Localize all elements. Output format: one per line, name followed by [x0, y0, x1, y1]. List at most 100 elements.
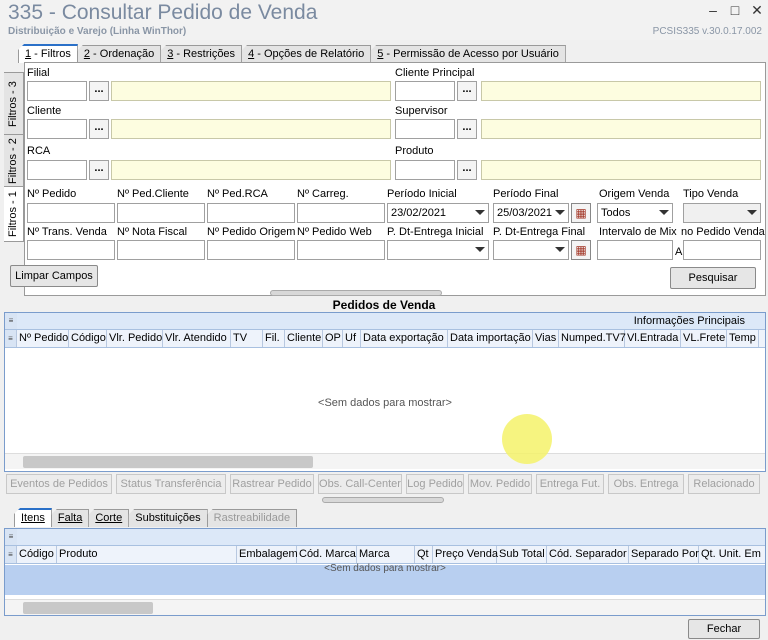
pdt-entrega-final-date-picker[interactable] — [493, 240, 569, 260]
collapse-splitter[interactable] — [322, 497, 444, 503]
horizontal-scrollbar[interactable] — [5, 453, 765, 469]
vtab-filtros-3[interactable]: Filtros - 3 — [4, 72, 24, 136]
tab-rastreabilidade[interactable]: Rastreabilidade — [206, 509, 298, 527]
grid-menu-icon[interactable]: ≡ — [5, 529, 17, 545]
rca-lookup-button[interactable]: ... — [89, 160, 109, 180]
col-header[interactable]: Código — [17, 546, 57, 563]
periodo-final-date-picker[interactable]: 25/03/2021 — [493, 203, 569, 223]
origem-venda-select[interactable]: Todos — [597, 203, 673, 223]
col-header[interactable]: VL.Frete — [681, 330, 727, 347]
col-header[interactable]: Fil. — [263, 330, 285, 347]
supervisor-lookup-button[interactable]: ... — [457, 119, 477, 139]
intervalo-mix-to-input[interactable] — [683, 240, 761, 260]
tab-filtros[interactable]: 1 - Filtros — [18, 44, 78, 63]
col-header[interactable]: Numped.TV7 — [559, 330, 626, 347]
relacionado-button[interactable]: Relacionado — [688, 474, 760, 494]
obs-entrega-button[interactable]: Obs. Entrega — [608, 474, 684, 494]
horizontal-scrollbar[interactable] — [5, 599, 765, 615]
main-tabs: 1 - Filtros 2 - Ordenação 3 - Restrições… — [18, 44, 566, 63]
cliente-code-input[interactable] — [27, 119, 87, 139]
tab-permissao-acesso[interactable]: 5 - Permissão de Acesso por Usuário — [370, 45, 566, 63]
produto-lookup-button[interactable]: ... — [457, 160, 477, 180]
rastrear-pedido-button[interactable]: Rastrear Pedido — [230, 474, 314, 494]
eventos-pedidos-button[interactable]: Eventos de Pedidos — [6, 474, 112, 494]
cliente-lookup-button[interactable]: ... — [89, 119, 109, 139]
col-header[interactable]: Nº Pedido — [17, 330, 69, 347]
col-header[interactable]: TV — [231, 330, 263, 347]
col-header[interactable]: Qt — [415, 546, 433, 563]
supervisor-name-field — [481, 119, 761, 139]
vtab-filtros-2[interactable]: Filtros - 2 — [4, 134, 24, 188]
col-header[interactable]: Sub Total — [497, 546, 547, 563]
col-header[interactable]: Cód. Marca — [297, 546, 357, 563]
pesquisar-button[interactable]: Pesquisar — [670, 267, 756, 289]
col-header[interactable]: Código — [69, 330, 107, 347]
col-header[interactable]: Preço Venda — [433, 546, 498, 563]
tab-falta[interactable]: Falta — [50, 509, 90, 527]
cliente-principal-code-input[interactable] — [395, 81, 455, 101]
scroll-thumb[interactable] — [23, 456, 313, 468]
limpar-campos-button[interactable]: Limpar Campos — [10, 265, 98, 287]
num-pedido-origem-input[interactable] — [207, 240, 295, 260]
col-header[interactable]: Cliente — [285, 330, 323, 347]
col-header[interactable]: Uf — [343, 330, 361, 347]
pdt-entrega-final-label: P. Dt-Entrega Final — [493, 226, 586, 238]
status-transferencia-button[interactable]: Status Transferência — [116, 474, 226, 494]
col-header[interactable]: Qt. Unit. Em — [699, 546, 765, 563]
filial-lookup-button[interactable]: ... — [89, 81, 109, 101]
entrega-fut-button[interactable]: Entrega Fut. — [536, 474, 604, 494]
tab-opcoes-relatorio[interactable]: 4 - Opções de Relatório — [241, 45, 372, 63]
vtab-filtros-1[interactable]: Filtros - 1 — [4, 186, 24, 242]
col-header[interactable]: Embalagem — [237, 546, 298, 563]
col-header[interactable]: Produto — [57, 546, 237, 563]
col-header[interactable]: OP — [323, 330, 343, 347]
produto-code-input[interactable] — [395, 160, 455, 180]
calendar-icon[interactable]: ▦ — [571, 203, 591, 223]
tab-corte[interactable]: Corte — [88, 509, 130, 527]
pdt-entrega-inicial-date-picker[interactable] — [387, 240, 489, 260]
close-button[interactable]: ✕ — [748, 2, 766, 18]
minimize-button[interactable]: – — [704, 2, 722, 18]
fechar-button[interactable]: Fechar — [688, 619, 760, 639]
num-carreg-input[interactable] — [297, 203, 385, 223]
filial-name-field — [111, 81, 391, 101]
col-header[interactable]: Temp — [727, 330, 759, 347]
tab-itens[interactable]: Itens — [14, 508, 52, 527]
col-header[interactable]: Vlr. Pedido — [107, 330, 163, 347]
maximize-button[interactable]: □ — [726, 2, 744, 18]
supervisor-code-input[interactable] — [395, 119, 455, 139]
num-nota-fiscal-input[interactable] — [117, 240, 205, 260]
grid-menu-icon[interactable]: ≡ — [5, 546, 17, 563]
col-header[interactable]: Data importação — [448, 330, 533, 347]
col-header[interactable]: Cód. Separador — [547, 546, 629, 563]
log-pedido-button[interactable]: Log Pedido — [406, 474, 464, 494]
scroll-thumb[interactable] — [23, 602, 153, 614]
tab-restricoes[interactable]: 3 - Restrições — [160, 45, 243, 63]
mov-pedido-button[interactable]: Mov. Pedido — [468, 474, 532, 494]
tab-substituicoes[interactable]: Substituições — [128, 509, 208, 527]
col-header[interactable]: Vlr. Atendido — [163, 330, 231, 347]
num-pedido-input[interactable] — [27, 203, 115, 223]
col-header[interactable]: Marca — [357, 546, 415, 563]
intervalo-mix-from-input[interactable] — [597, 240, 673, 260]
num-trans-venda-input[interactable] — [27, 240, 115, 260]
calendar-icon[interactable]: ▦ — [571, 240, 591, 260]
rca-code-input[interactable] — [27, 160, 87, 180]
grid-menu-icon[interactable]: ≡ — [5, 313, 17, 329]
tipo-venda-select[interactable] — [683, 203, 761, 223]
cliente-principal-lookup-button[interactable]: ... — [457, 81, 477, 101]
filial-code-input[interactable] — [27, 81, 87, 101]
col-header[interactable]: Data exportação — [361, 330, 448, 347]
collapse-splitter[interactable] — [270, 290, 442, 296]
tab-ordenacao[interactable]: 2 - Ordenação — [76, 45, 162, 63]
col-header[interactable]: Vl.Entrada — [625, 330, 681, 347]
num-pedido-web-input[interactable] — [297, 240, 385, 260]
chevron-down-icon — [555, 247, 565, 252]
grid-menu-icon[interactable]: ≡ — [5, 330, 17, 347]
col-header[interactable]: Separado Por — [629, 546, 699, 563]
col-header[interactable]: Vias — [533, 330, 559, 347]
num-ped-cliente-input[interactable] — [117, 203, 205, 223]
periodo-inicial-date-picker[interactable]: 23/02/2021 — [387, 203, 489, 223]
num-ped-rca-input[interactable] — [207, 203, 295, 223]
obs-call-center-button[interactable]: Obs. Call-Center — [318, 474, 402, 494]
